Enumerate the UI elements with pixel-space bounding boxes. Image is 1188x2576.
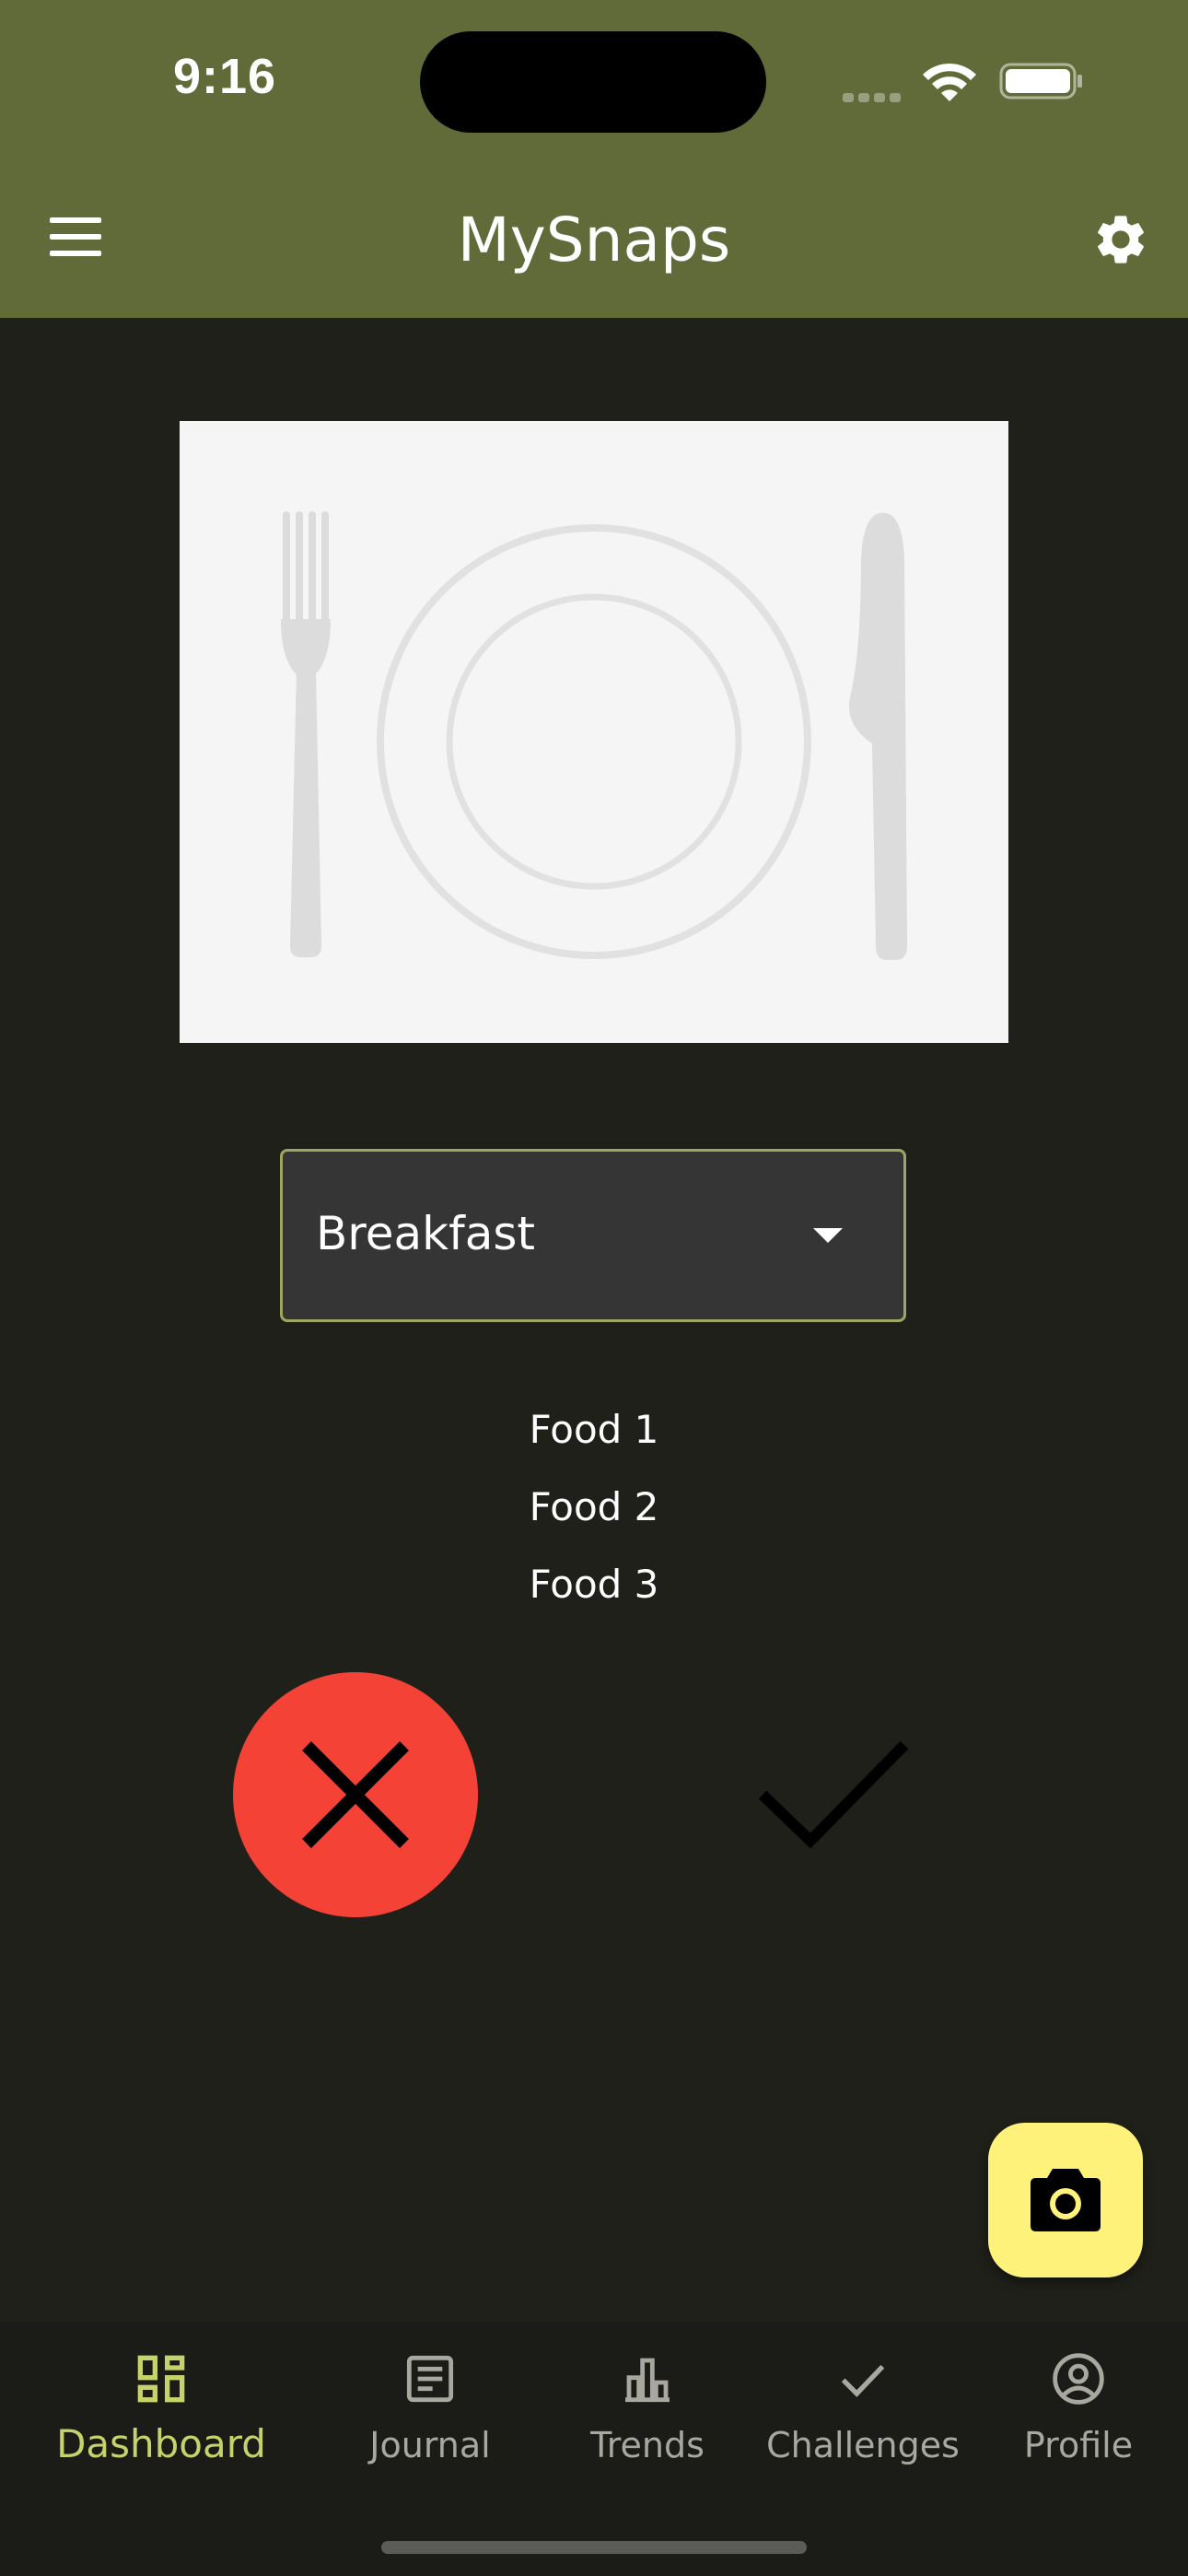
battery-icon — [999, 63, 1082, 100]
dynamic-island — [420, 31, 766, 133]
screen: 9:16 MySnaps Breakfast Food 1 Food 2 Foo… — [0, 0, 1188, 2576]
gear-icon[interactable] — [1091, 210, 1150, 269]
status-time: 9:16 — [173, 49, 277, 104]
list-item: Food 1 — [529, 1407, 659, 1452]
nav-label: Trends — [590, 2425, 705, 2465]
wifi-icon — [923, 63, 976, 101]
profile-icon — [1053, 2353, 1104, 2405]
list-item: Food 2 — [529, 1484, 659, 1529]
camera-button[interactable] — [988, 2123, 1143, 2277]
camera-icon — [1031, 2169, 1101, 2231]
meal-photo-placeholder[interactable] — [180, 421, 1008, 1043]
chevron-down-icon — [813, 1228, 843, 1243]
nav-item-profile[interactable]: Profile — [960, 2322, 1188, 2506]
nav-label: Profile — [1023, 2425, 1134, 2465]
nav-item-journal[interactable]: Journal — [311, 2322, 549, 2506]
dashboard-icon — [137, 2355, 185, 2403]
nav-label: Journal — [369, 2425, 491, 2465]
nav-label: Challenges — [766, 2425, 960, 2465]
food-list: Food 1 Food 2 Food 3 — [0, 1391, 1188, 1623]
journal-icon — [406, 2355, 454, 2403]
nav-item-dashboard[interactable]: Dashboard — [42, 2322, 280, 2506]
bottom-navigation: Dashboard Journal Trends Challenges Prof… — [0, 2322, 1188, 2576]
list-item: Food 3 — [529, 1562, 659, 1607]
meal-type-select[interactable]: Breakfast — [280, 1149, 906, 1322]
check-icon — [841, 2364, 885, 2397]
close-icon — [302, 1741, 409, 1848]
nav-item-challenges[interactable]: Challenges — [744, 2322, 982, 2506]
app-bar: 9:16 MySnaps — [0, 0, 1188, 318]
check-icon — [758, 1740, 909, 1849]
app-title: MySnaps — [457, 205, 731, 275]
nav-label: Dashboard — [56, 2421, 266, 2466]
cellular-signal-icon — [843, 88, 907, 102]
nav-item-trends[interactable]: Trends — [529, 2322, 766, 2506]
reject-button[interactable] — [233, 1672, 478, 1917]
trends-icon — [625, 2358, 670, 2403]
accept-button[interactable] — [746, 1723, 912, 1861]
meal-type-value: Breakfast — [316, 1207, 536, 1260]
home-indicator — [381, 2541, 807, 2554]
plate-with-utensils-icon — [281, 511, 907, 960]
